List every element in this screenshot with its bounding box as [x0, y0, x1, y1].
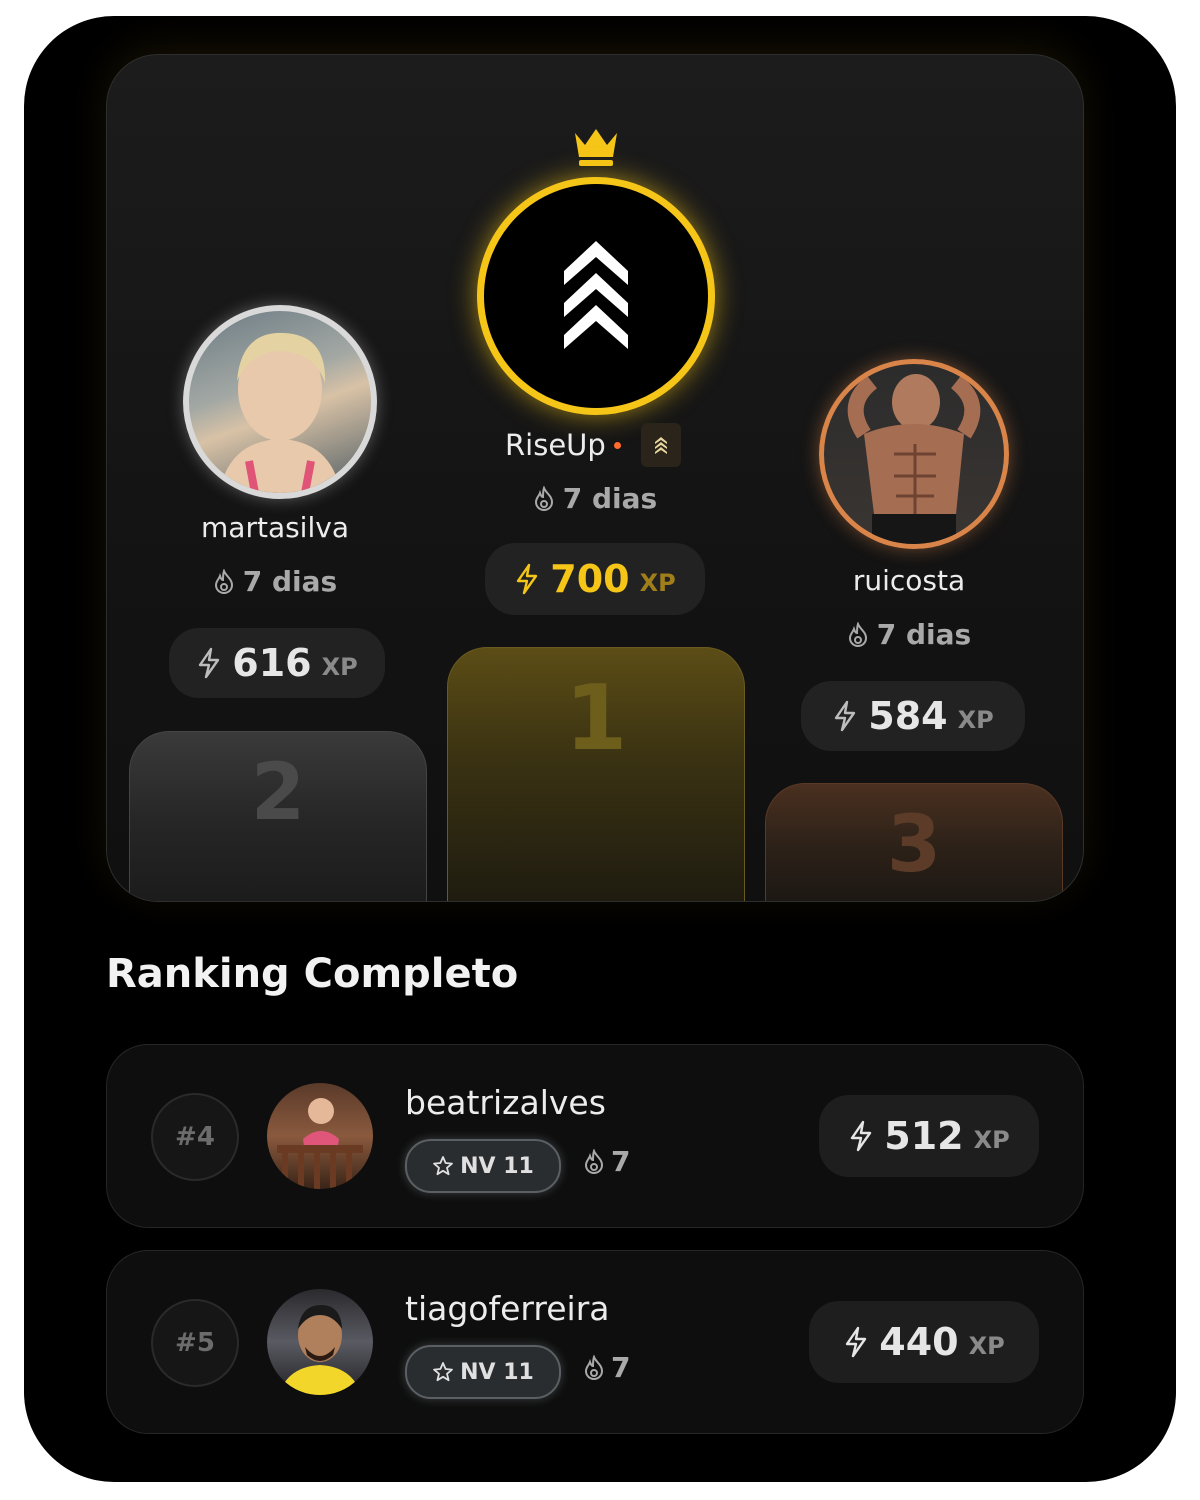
online-dot: [613, 441, 621, 449]
streak-count: 7: [611, 1351, 631, 1384]
riseup-logo-icon: [564, 241, 628, 349]
flame-icon: [534, 485, 553, 511]
first-place-streak: 7 dias: [495, 482, 695, 515]
rank-badge: #5: [151, 1299, 239, 1387]
third-place-xp: 584 XP: [801, 681, 1025, 751]
first-place-xp-unit: XP: [639, 569, 676, 597]
level-badge: NV 11: [405, 1139, 561, 1193]
first-place-name: RiseUp: [505, 428, 606, 462]
xp-unit: XP: [968, 1332, 1005, 1360]
podium-block-third: 3: [765, 783, 1063, 901]
avatar-first-place[interactable]: [477, 177, 715, 415]
second-place-xp: 616 XP: [169, 628, 385, 698]
streak: 7: [583, 1351, 630, 1384]
flame-icon: [848, 621, 867, 647]
level-text: NV 11: [460, 1359, 534, 1385]
app-screen: martasilva 7 dias 616 XP 2 RiseUp 7 dias…: [24, 16, 1176, 1482]
third-place-name: ruicosta: [852, 564, 966, 597]
podium-number-second: 2: [250, 748, 306, 838]
bolt-icon: [835, 700, 856, 732]
username: tiagoferreira: [405, 1289, 610, 1328]
level-badge: NV 11: [405, 1345, 561, 1399]
xp-pill: 512 XP: [819, 1095, 1039, 1177]
first-place-xp-value: 700: [550, 557, 630, 601]
podium-block-first: 1: [447, 647, 745, 901]
flame-icon: [584, 1354, 604, 1380]
flame-icon: [214, 568, 233, 594]
rank-badge: #4: [151, 1093, 239, 1181]
crown-icon: [571, 125, 621, 171]
third-place-xp-unit: XP: [957, 706, 994, 734]
second-place-xp-value: 616: [232, 641, 312, 685]
person-photo-icon: [219, 332, 341, 493]
bolt-icon: [199, 647, 220, 679]
verified-badge-icon: [640, 423, 681, 467]
username: beatrizalves: [405, 1083, 606, 1122]
ranking-row[interactable]: #4 beatrizalves NV 11 7 512 XP: [106, 1044, 1084, 1228]
person-photo-icon: [279, 1305, 361, 1395]
avatar[interactable]: [267, 1083, 373, 1189]
xp-unit: XP: [973, 1126, 1010, 1154]
section-title: Ranking Completo: [106, 951, 519, 997]
avatar-second-place[interactable]: [183, 305, 377, 499]
second-place-name: martasilva: [201, 511, 349, 544]
avatar-third-place[interactable]: [819, 359, 1009, 549]
podium-number-first: 1: [564, 666, 628, 771]
ranking-row[interactable]: #5 tiagoferreira NV 11 7 440 XP: [106, 1250, 1084, 1434]
podium-number-third: 3: [886, 800, 942, 890]
first-place-streak-text: 7 dias: [562, 482, 658, 515]
third-place-xp-value: 584: [868, 694, 948, 738]
third-place-streak: 7 dias: [809, 618, 1009, 651]
third-place-streak-text: 7 dias: [876, 618, 972, 651]
streak-count: 7: [611, 1145, 631, 1178]
second-place-streak-text: 7 dias: [242, 565, 338, 598]
star-icon: [433, 1156, 454, 1176]
bolt-icon: [851, 1120, 872, 1152]
flame-icon: [584, 1148, 604, 1174]
podium-card: martasilva 7 dias 616 XP 2 RiseUp 7 dias…: [106, 54, 1084, 902]
first-place-name-row: RiseUp: [505, 423, 681, 467]
first-place-xp: 700 XP: [485, 543, 705, 615]
person-photo-icon: [847, 374, 981, 544]
second-place-streak: 7 dias: [175, 565, 375, 598]
person-photo-icon: [277, 1098, 363, 1189]
bolt-icon: [846, 1326, 867, 1358]
avatar[interactable]: [267, 1289, 373, 1395]
xp-value: 440: [879, 1320, 959, 1364]
level-text: NV 11: [460, 1153, 534, 1179]
podium-block-second: 2: [129, 731, 427, 901]
xp-value: 512: [884, 1114, 964, 1158]
streak: 7: [583, 1145, 630, 1178]
star-icon: [433, 1362, 454, 1382]
bolt-icon: [517, 563, 538, 595]
second-place-xp-unit: XP: [321, 653, 358, 681]
xp-pill: 440 XP: [809, 1301, 1039, 1383]
